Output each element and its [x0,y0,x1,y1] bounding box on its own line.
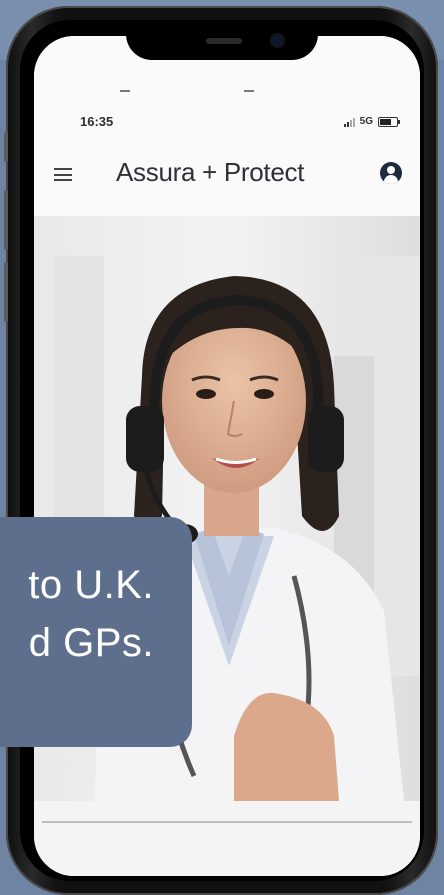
caption-line-1: to U.K. [28,563,154,607]
hamburger-menu-icon[interactable] [54,168,72,181]
speaker-grille [206,38,242,44]
status-icons: 5G [343,116,400,127]
phone-volume-down [4,262,8,322]
phone-volume-up [4,190,8,250]
signal-icon [343,117,355,127]
front-camera-icon [272,35,283,46]
network-type: 5G [359,116,373,127]
top-divider [244,90,254,92]
phone-notch [126,28,318,60]
bottom-divider [42,821,412,823]
status-time: 16:35 [80,114,114,129]
bottom-panel [34,801,420,876]
battery-icon [378,116,400,127]
top-divider [120,90,130,92]
app-header-area: 16:35 5G Assura + Protect [34,36,420,216]
phone-screen: 16:35 5G Assura + Protect [34,36,420,876]
account-circle-icon[interactable] [380,162,402,184]
caption-banner: to U.K. d GPs. [0,517,192,747]
caption-line-2: d GPs. [28,621,154,665]
app-title: Assura + Protect [116,157,305,187]
app-bar: Assura + Protect [34,154,420,194]
status-bar: 16:35 5G [34,114,420,136]
phone-silent-switch [4,132,8,162]
